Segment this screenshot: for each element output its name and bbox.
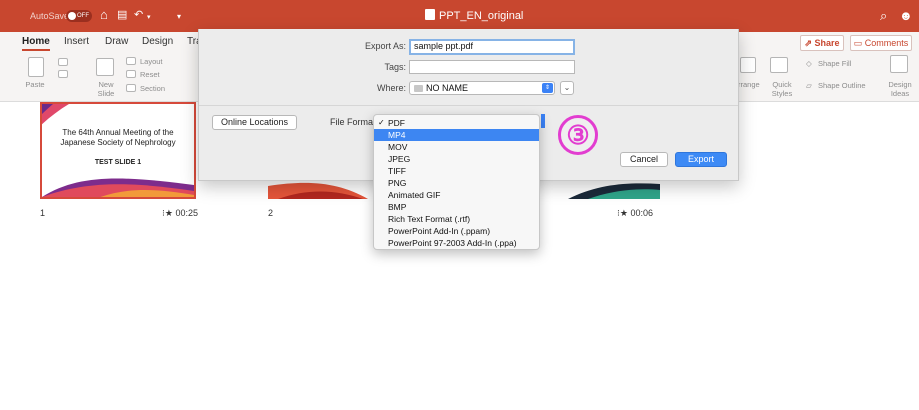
arrange-icon[interactable] (740, 57, 756, 73)
section-label[interactable]: Section (140, 84, 165, 93)
drive-icon (414, 85, 423, 92)
share-button[interactable]: ⇗ Share (800, 35, 844, 51)
tab-draw[interactable]: Draw (105, 36, 128, 47)
divider (199, 105, 738, 106)
menu-item-bmp[interactable]: BMP (374, 201, 539, 213)
where-select[interactable]: NO NAME ⇕ (409, 81, 555, 95)
online-locations-button[interactable]: Online Locations (212, 115, 297, 130)
file-format-select[interactable] (541, 114, 545, 128)
arrange-label: rrange (738, 80, 760, 89)
tab-design[interactable]: Design (142, 36, 173, 47)
comments-icon: ▭ (853, 38, 865, 48)
export-button[interactable]: Export (675, 152, 727, 167)
share-label: Share (814, 38, 840, 48)
export-as-input[interactable]: sample ppt.pdf (409, 39, 575, 55)
slide-1-timing: ⁝★ 00:25 (162, 208, 198, 218)
shape-fill-label[interactable]: Shape Fill (818, 59, 851, 68)
menu-item-pdf[interactable]: ✓ PDF (374, 117, 539, 129)
file-format-menu: ✓ PDF MP4 MOV JPEG TIFF PNG Animated GIF … (373, 114, 540, 250)
home-icon[interactable]: ⌂ (100, 8, 108, 22)
paste-label: Paste (25, 80, 45, 89)
file-format-label: File Format (330, 117, 376, 127)
section-icon[interactable] (126, 84, 136, 92)
where-label: Where: (376, 83, 406, 93)
slide-1-title-line-2: Japanese Society of Nephrology (60, 138, 176, 147)
design-ideas-icon[interactable] (890, 55, 908, 73)
slide-decoration-top (42, 104, 69, 125)
search-icon[interactable]: ⌕ (880, 8, 887, 24)
new-slide-label: New Slide (97, 80, 115, 98)
shape-fill-icon[interactable]: ◇ (806, 59, 812, 68)
where-dropdown-icon: ⇕ (542, 83, 553, 93)
slide-1-title-line-1: The 64th Annual Meeting of the (62, 128, 174, 137)
expand-button[interactable]: ⌄ (560, 81, 574, 95)
autosave-label: AutoSave (30, 11, 70, 21)
document-title: PPT_EN_original (425, 9, 523, 22)
paste-icon[interactable] (28, 57, 44, 77)
cut-icon[interactable] (58, 58, 68, 66)
account-icon[interactable]: ☻ (899, 8, 913, 23)
slide-1-subtitle: TEST SLIDE 1 (94, 159, 142, 166)
shape-outline-label[interactable]: Shape Outline (818, 81, 866, 90)
copy-icon[interactable] (58, 70, 68, 78)
tab-home[interactable]: Home (22, 36, 50, 51)
save-icon[interactable]: ▤ (117, 8, 127, 22)
title-bar: AutoSave OFF ⌂ ▤ ↶ ▾ ▾ PPT_EN_original ⌕… (0, 0, 919, 32)
quick-styles-icon[interactable] (770, 57, 788, 73)
slide-2-timing: ⁝★ 00:06 (617, 208, 653, 218)
document-title-text: PPT_EN_original (439, 10, 524, 22)
menu-item-tiff[interactable]: TIFF (374, 165, 539, 177)
new-slide-icon[interactable] (96, 58, 114, 76)
layout-icon[interactable] (126, 57, 136, 65)
undo-dropdown-icon[interactable]: ▾ (147, 11, 151, 25)
shape-outline-icon[interactable]: ▱ (806, 81, 812, 90)
menu-item-ppam[interactable]: PowerPoint Add-In (.ppam) (374, 225, 539, 237)
where-value: NO NAME (426, 83, 469, 93)
menu-item-mp4[interactable]: MP4 (374, 129, 539, 141)
layout-label[interactable]: Layout (140, 57, 163, 66)
cancel-button[interactable]: Cancel (620, 152, 668, 167)
menu-item-rtf[interactable]: Rich Text Format (.rtf) (374, 213, 539, 225)
checkmark-icon: ✓ (378, 118, 385, 127)
menu-item-animated-gif[interactable]: Animated GIF (374, 189, 539, 201)
comments-button[interactable]: ▭ Comments (850, 35, 912, 51)
transition-icon: ⁝★ (617, 208, 631, 218)
slide-2-number: 2 (268, 208, 274, 218)
chevron-down-icon: ⌄ (563, 83, 571, 92)
slide-1-title: The 64th Annual Meeting of the Japanese … (42, 128, 194, 148)
powerpoint-window: AutoSave OFF ⌂ ▤ ↶ ▾ ▾ PPT_EN_original ⌕… (0, 0, 919, 410)
autosave-toggle[interactable]: OFF (66, 10, 92, 22)
step-marker: ③ (558, 115, 598, 155)
menu-item-ppa[interactable]: PowerPoint 97-2003 Add-In (.ppa) (374, 237, 539, 249)
tab-insert[interactable]: Insert (64, 36, 89, 47)
share-icon: ⇗ (804, 38, 815, 48)
menu-item-png[interactable]: PNG (374, 177, 539, 189)
comments-label: Comments (864, 38, 909, 48)
menu-item-mov[interactable]: MOV (374, 141, 539, 153)
menu-item-jpeg[interactable]: JPEG (374, 153, 539, 165)
reset-label[interactable]: Reset (140, 70, 160, 79)
slide-thumbnail-1[interactable]: The 64th Annual Meeting of the Japanese … (40, 102, 196, 199)
tags-input[interactable] (409, 60, 575, 74)
design-ideas-label: Design Ideas (888, 80, 912, 98)
slide-decoration-bottom (42, 178, 194, 197)
customize-toolbar-icon[interactable]: ▾ (177, 10, 181, 24)
document-icon (425, 9, 435, 20)
reset-icon[interactable] (126, 70, 136, 78)
quick-styles-label: Quick Styles (771, 80, 793, 98)
transition-icon: ⁝★ (162, 208, 176, 218)
export-as-label: Export As: (364, 41, 406, 51)
tags-label: Tags: (384, 62, 406, 72)
undo-icon[interactable]: ↶ (134, 8, 143, 22)
slide-1-number: 1 (40, 208, 46, 218)
